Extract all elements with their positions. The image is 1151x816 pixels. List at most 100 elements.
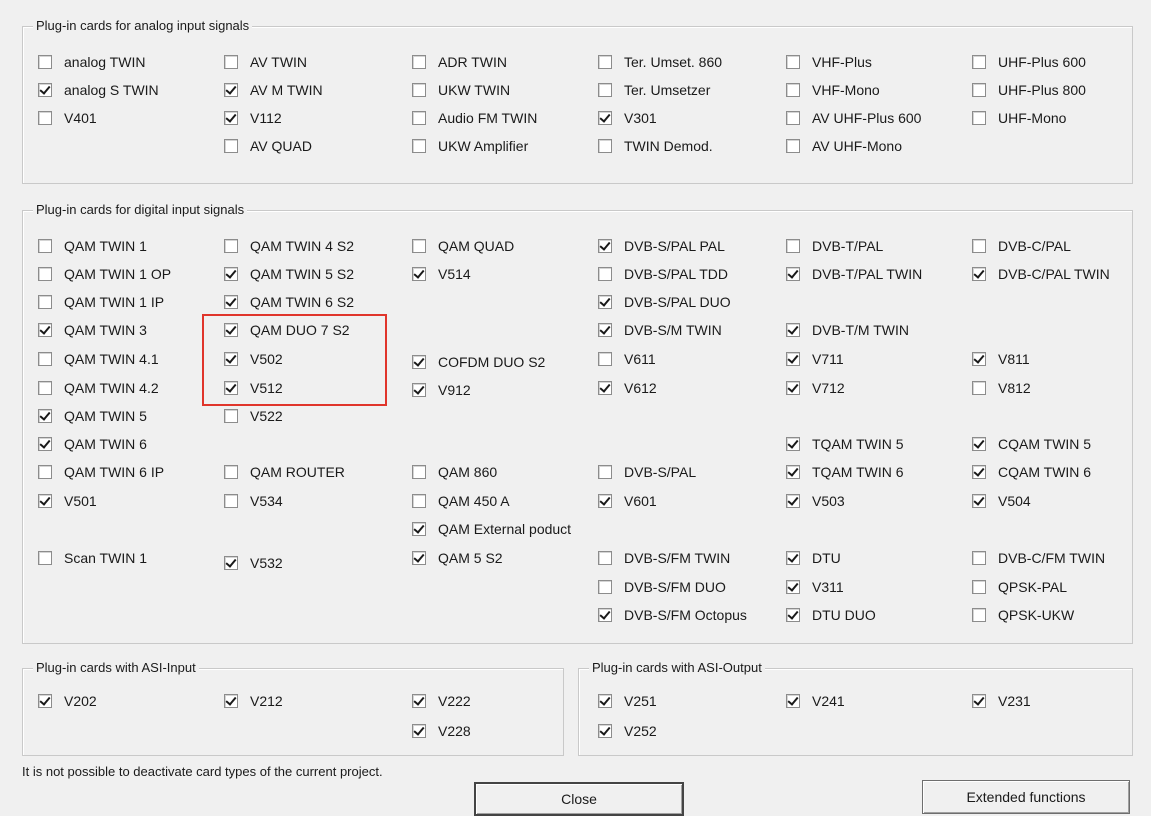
checkbox-dvb-s-pal[interactable]: DVB-S/PAL xyxy=(598,463,696,481)
checkbox-ukw-amplifier[interactable]: UKW Amplifier xyxy=(412,137,528,155)
checkbox-dvb-t-pal[interactable]: DVB-T/PAL xyxy=(786,237,883,255)
checkbox-box[interactable] xyxy=(224,556,238,570)
checkbox-qam-twin-6-s2[interactable]: QAM TWIN 6 S2 xyxy=(224,293,354,311)
checkbox-box[interactable] xyxy=(224,494,238,508)
checkbox-dvb-s-fm-duo[interactable]: DVB-S/FM DUO xyxy=(598,578,726,596)
checkbox-box[interactable] xyxy=(598,139,612,153)
checkbox-adr-twin[interactable]: ADR TWIN xyxy=(412,53,507,71)
checkbox-v501[interactable]: V501 xyxy=(38,492,97,510)
checkbox-box[interactable] xyxy=(598,551,612,565)
checkbox-box[interactable] xyxy=(972,83,986,97)
checkbox-uhf-mono[interactable]: UHF-Mono xyxy=(972,109,1066,127)
checkbox-box[interactable] xyxy=(38,323,52,337)
checkbox-av-m-twin[interactable]: AV M TWIN xyxy=(224,81,323,99)
checkbox-qam-twin-6[interactable]: QAM TWIN 6 xyxy=(38,435,147,453)
checkbox-box[interactable] xyxy=(598,323,612,337)
checkbox-box[interactable] xyxy=(38,694,52,708)
checkbox-vhf-plus[interactable]: VHF-Plus xyxy=(786,53,872,71)
checkbox-v712[interactable]: V712 xyxy=(786,379,845,397)
checkbox-twin-demod[interactable]: TWIN Demod. xyxy=(598,137,713,155)
checkbox-v812[interactable]: V812 xyxy=(972,379,1031,397)
checkbox-box[interactable] xyxy=(786,580,800,594)
checkbox-dtu-duo[interactable]: DTU DUO xyxy=(786,606,876,624)
checkbox-box[interactable] xyxy=(224,694,238,708)
checkbox-uhf-plus-800[interactable]: UHF-Plus 800 xyxy=(972,81,1086,99)
checkbox-v522[interactable]: V522 xyxy=(224,407,283,425)
checkbox-dvb-c-pal[interactable]: DVB-C/PAL xyxy=(972,237,1071,255)
checkbox-box[interactable] xyxy=(972,267,986,281)
checkbox-box[interactable] xyxy=(412,694,426,708)
checkbox-v912[interactable]: V912 xyxy=(412,381,471,399)
checkbox-box[interactable] xyxy=(786,267,800,281)
checkbox-box[interactable] xyxy=(412,551,426,565)
checkbox-qam-twin-5[interactable]: QAM TWIN 5 xyxy=(38,407,147,425)
checkbox-tqam-twin-6[interactable]: TQAM TWIN 6 xyxy=(786,463,904,481)
checkbox-qam-twin-4-1[interactable]: QAM TWIN 4.1 xyxy=(38,350,159,368)
checkbox-box[interactable] xyxy=(224,139,238,153)
checkbox-cofdm-duo-s2[interactable]: COFDM DUO S2 xyxy=(412,353,545,371)
checkbox-av-uhf-plus-600[interactable]: AV UHF-Plus 600 xyxy=(786,109,921,127)
checkbox-qam-450-a[interactable]: QAM 450 A xyxy=(412,492,510,510)
checkbox-dtu[interactable]: DTU xyxy=(786,549,841,567)
checkbox-dvb-t-pal-twin[interactable]: DVB-T/PAL TWIN xyxy=(786,265,922,283)
extended-functions-button[interactable]: Extended functions xyxy=(922,780,1130,814)
checkbox-qam-twin-3[interactable]: QAM TWIN 3 xyxy=(38,321,147,339)
checkbox-box[interactable] xyxy=(412,55,426,69)
checkbox-box[interactable] xyxy=(598,239,612,253)
checkbox-cqam-twin-5[interactable]: CQAM TWIN 5 xyxy=(972,435,1091,453)
checkbox-box[interactable] xyxy=(412,522,426,536)
checkbox-box[interactable] xyxy=(598,494,612,508)
checkbox-box[interactable] xyxy=(38,437,52,451)
checkbox-v241[interactable]: V241 xyxy=(786,692,845,710)
checkbox-box[interactable] xyxy=(972,494,986,508)
checkbox-box[interactable] xyxy=(224,465,238,479)
checkbox-box[interactable] xyxy=(786,437,800,451)
checkbox-box[interactable] xyxy=(786,83,800,97)
checkbox-box[interactable] xyxy=(786,323,800,337)
checkbox-dvb-s-pal-tdd[interactable]: DVB-S/PAL TDD xyxy=(598,265,728,283)
checkbox-dvb-t-m-twin[interactable]: DVB-T/M TWIN xyxy=(786,321,909,339)
checkbox-qam-external-poduct[interactable]: QAM External poduct xyxy=(412,520,571,538)
checkbox-box[interactable] xyxy=(598,267,612,281)
checkbox-v611[interactable]: V611 xyxy=(598,350,656,368)
checkbox-box[interactable] xyxy=(598,352,612,366)
checkbox-box[interactable] xyxy=(972,239,986,253)
checkbox-box[interactable] xyxy=(38,465,52,479)
checkbox-v112[interactable]: V112 xyxy=(224,109,282,127)
checkbox-box[interactable] xyxy=(224,239,238,253)
checkbox-qam-5-s2[interactable]: QAM 5 S2 xyxy=(412,549,503,567)
checkbox-box[interactable] xyxy=(38,267,52,281)
checkbox-uhf-plus-600[interactable]: UHF-Plus 600 xyxy=(972,53,1086,71)
checkbox-box[interactable] xyxy=(598,295,612,309)
checkbox-box[interactable] xyxy=(786,55,800,69)
checkbox-box[interactable] xyxy=(972,694,986,708)
checkbox-qam-quad[interactable]: QAM QUAD xyxy=(412,237,514,255)
checkbox-av-quad[interactable]: AV QUAD xyxy=(224,137,312,155)
checkbox-v202[interactable]: V202 xyxy=(38,692,97,710)
checkbox-qam-twin-4-2[interactable]: QAM TWIN 4.2 xyxy=(38,379,159,397)
checkbox-box[interactable] xyxy=(786,551,800,565)
checkbox-box[interactable] xyxy=(412,139,426,153)
checkbox-box[interactable] xyxy=(598,694,612,708)
checkbox-box[interactable] xyxy=(224,409,238,423)
checkbox-tqam-twin-5[interactable]: TQAM TWIN 5 xyxy=(786,435,904,453)
checkbox-box[interactable] xyxy=(786,381,800,395)
checkbox-v311[interactable]: V311 xyxy=(786,578,844,596)
checkbox-box[interactable] xyxy=(38,381,52,395)
checkbox-box[interactable] xyxy=(972,352,986,366)
checkbox-v231[interactable]: V231 xyxy=(972,692,1031,710)
checkbox-box[interactable] xyxy=(38,409,52,423)
checkbox-qam-twin-5-s2[interactable]: QAM TWIN 5 S2 xyxy=(224,265,354,283)
checkbox-box[interactable] xyxy=(598,580,612,594)
checkbox-box[interactable] xyxy=(38,295,52,309)
checkbox-box[interactable] xyxy=(38,551,52,565)
checkbox-box[interactable] xyxy=(786,608,800,622)
checkbox-box[interactable] xyxy=(38,494,52,508)
checkbox-qam-twin-6-ip[interactable]: QAM TWIN 6 IP xyxy=(38,463,164,481)
checkbox-v401[interactable]: V401 xyxy=(38,109,97,127)
checkbox-box[interactable] xyxy=(38,55,52,69)
checkbox-v228[interactable]: V228 xyxy=(412,722,471,740)
checkbox-box[interactable] xyxy=(786,239,800,253)
checkbox-dvb-s-pal-pal[interactable]: DVB-S/PAL PAL xyxy=(598,237,725,255)
checkbox-analog-s-twin[interactable]: analog S TWIN xyxy=(38,81,159,99)
